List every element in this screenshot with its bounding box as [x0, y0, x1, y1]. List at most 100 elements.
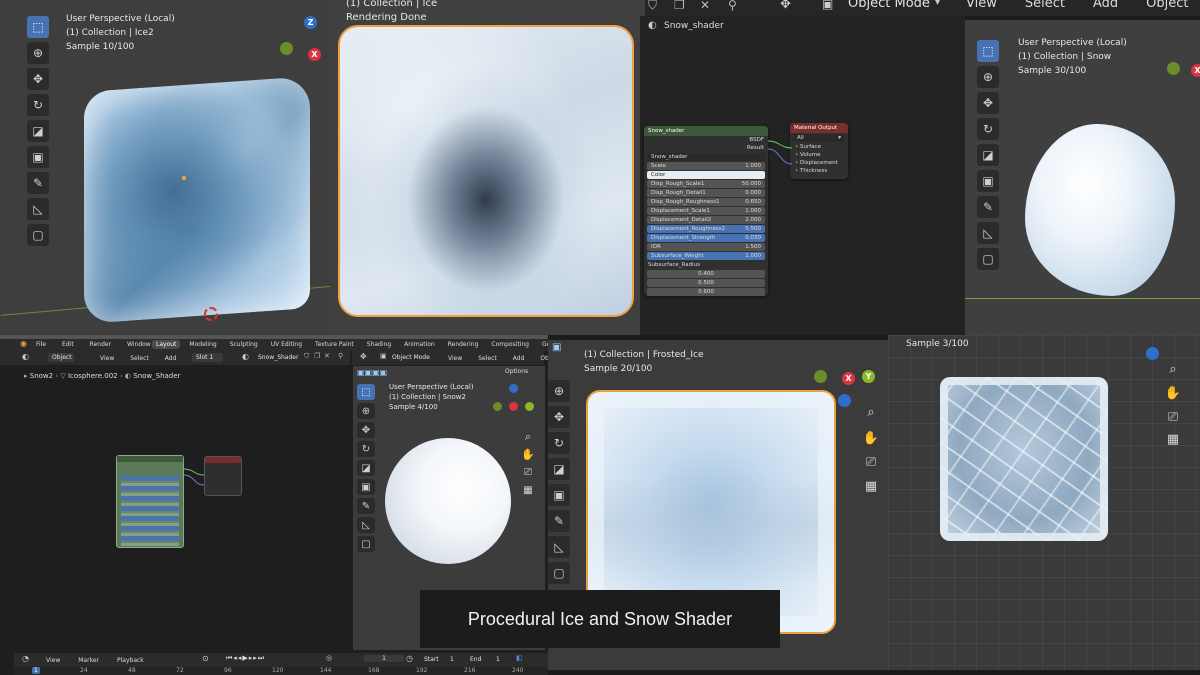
add-cube-icon[interactable]: ▢: [357, 536, 375, 552]
z-axis-dot[interactable]: [1146, 347, 1159, 360]
rotate-icon[interactable]: ↻: [27, 94, 49, 116]
keying-icon[interactable]: ◎: [326, 654, 332, 662]
measure-icon[interactable]: ◺: [357, 517, 375, 533]
node-input-row[interactable]: Disp_Rough_Roughness1 0.650: [647, 198, 765, 206]
node-input-row[interactable]: Displacement_Scale1 1.000: [647, 207, 765, 215]
rotate-icon[interactable]: ↻: [357, 441, 375, 457]
current-frame-field[interactable]: 1: [364, 655, 404, 662]
menu-item[interactable]: Texture Paint: [311, 340, 358, 349]
measure-icon[interactable]: ◺: [548, 536, 570, 558]
x-axis-dot[interactable]: X: [1191, 64, 1200, 77]
transform-icon[interactable]: ▣: [357, 479, 375, 495]
menu-item[interactable]: Marker: [74, 656, 103, 665]
shield-icon[interactable]: ⛉: [648, 0, 657, 13]
z-axis-dot[interactable]: [509, 384, 518, 393]
output-socket[interactable]: • Volume: [790, 151, 848, 159]
select-mode-icons[interactable]: ▣▣▣▣: [357, 368, 387, 377]
hand-icon[interactable]: ✋: [862, 430, 880, 448]
menu-item[interactable]: Geome: [538, 340, 548, 349]
viewport-cracked-ice[interactable]: Sample 3/100 ⌕ ✋ ⎚ ▦: [888, 335, 1200, 670]
move-icon[interactable]: ✥: [548, 406, 570, 428]
node-input-row[interactable]: IOR 1.500: [647, 243, 765, 251]
scale-icon[interactable]: ◪: [548, 458, 570, 480]
subsurface-radius-field[interactable]: 0.500: [647, 279, 765, 287]
object-mode-dropdown[interactable]: Object Mode: [392, 354, 430, 361]
menu-view[interactable]: View: [966, 0, 997, 11]
select-box-icon[interactable]: ⬚: [27, 16, 49, 38]
viewport-render-ice[interactable]: (1) Collection | Ice Rendering Done: [330, 0, 645, 335]
viewport-snow[interactable]: ⬚ ⊕ ✥ ↻ ◪ ▣ ✎ ◺ ▢ User Perspective (Loca…: [965, 20, 1200, 335]
copy-icon[interactable]: ❐: [314, 352, 320, 360]
menu-item[interactable]: Playback: [113, 656, 148, 665]
menu-item[interactable]: View: [444, 354, 466, 363]
node-input-row[interactable]: Scale 1.000: [647, 162, 765, 170]
copy-icon[interactable]: ❐: [674, 0, 685, 12]
pin-icon[interactable]: ⚲: [338, 352, 343, 360]
menu-item[interactable]: Render: [86, 340, 115, 349]
stopwatch-icon[interactable]: ◷: [406, 654, 413, 663]
add-cube-icon[interactable]: ▢: [27, 224, 49, 246]
shield-icon[interactable]: ⛉: [304, 352, 309, 361]
close-icon[interactable]: ✕: [324, 352, 330, 360]
cursor-icon[interactable]: ⊕: [27, 42, 49, 64]
start-field[interactable]: 1: [450, 656, 454, 663]
annotate-icon[interactable]: ✎: [357, 498, 375, 514]
hand-icon[interactable]: ✋: [1164, 385, 1182, 403]
menu-item[interactable]: Layout: [152, 340, 181, 349]
timeline-ruler[interactable]: 1 24 48 72 96 120 144 168 192 216 240: [14, 667, 548, 675]
options-dropdown[interactable]: Options: [505, 368, 528, 375]
subsurface-radius-field[interactable]: 0.600: [647, 288, 765, 296]
node-input-row[interactable]: Displacement_Detail2 2.000: [647, 216, 765, 224]
node-input-row[interactable]: Color: [647, 171, 765, 179]
menu-item[interactable]: View: [96, 354, 118, 363]
select-box-icon[interactable]: ⬚: [977, 40, 999, 62]
menu-item[interactable]: Add: [509, 354, 529, 363]
move-icon[interactable]: ✥: [357, 422, 375, 438]
camera-icon[interactable]: ⎚: [519, 464, 537, 482]
clock-icon[interactable]: ◔: [22, 654, 29, 663]
menu-select[interactable]: Select: [1025, 0, 1065, 11]
output-socket[interactable]: • Thickness: [790, 167, 848, 175]
close-icon[interactable]: ✕: [700, 0, 710, 12]
y-axis-positive-dot[interactable]: [525, 402, 534, 411]
editor-type-icon[interactable]: ◐: [22, 352, 29, 361]
hand-icon[interactable]: ✋: [519, 446, 537, 464]
cursor-icon[interactable]: ⊕: [977, 66, 999, 88]
menu-item[interactable]: Compositing: [487, 340, 533, 349]
zoom-icon[interactable]: ⌕: [862, 404, 880, 422]
annotate-icon[interactable]: ✎: [977, 196, 999, 218]
zoom-icon[interactable]: ⌕: [519, 428, 537, 446]
rotate-icon[interactable]: ↻: [977, 118, 999, 140]
node-editor-canvas[interactable]: ▸ Snow2 › ▽ Icosphere.002 › ◐ Snow_Shade…: [14, 365, 350, 653]
menu-item[interactable]: Select: [126, 354, 153, 363]
zoom-icon[interactable]: ⌕: [1164, 361, 1182, 379]
render-icon[interactable]: ◧: [516, 654, 523, 662]
menu-item[interactable]: Shading: [363, 340, 395, 349]
annotate-icon[interactable]: ✎: [548, 510, 570, 532]
record-icon[interactable]: ⊙: [202, 654, 209, 663]
output-target[interactable]: All ▾: [793, 134, 845, 142]
menu-item[interactable]: Window: [123, 340, 155, 349]
menu-item[interactable]: Sculpting: [226, 340, 262, 349]
camera-icon[interactable]: ⎚: [862, 454, 880, 472]
subsurface-radius-field[interactable]: 0.400: [647, 270, 765, 278]
playback-controls[interactable]: ⏮◂◂▶▸▸⏭: [226, 654, 265, 663]
scale-icon[interactable]: ◪: [27, 120, 49, 142]
select-mode-icons[interactable]: ▣: [552, 342, 561, 353]
shader-editor-top[interactable]: ◐ Snow_shader Snow_shader BSDF Result Sn…: [640, 16, 965, 335]
measure-icon[interactable]: ◺: [977, 222, 999, 244]
object-mode-dropdown[interactable]: Object Mode: [848, 0, 930, 11]
grid-icon[interactable]: ▦: [862, 478, 880, 496]
menu-item[interactable]: Edit: [58, 340, 78, 349]
menu-item[interactable]: File: [32, 340, 50, 349]
move-icon[interactable]: ✥: [977, 92, 999, 114]
select-box-icon[interactable]: ⬚: [357, 384, 375, 400]
x-axis-dot[interactable]: X: [308, 48, 321, 61]
y-axis-positive-dot[interactable]: Y: [862, 370, 875, 383]
node-input-row[interactable]: Disp_Rough_Detail1 0.000: [647, 189, 765, 197]
group-node[interactable]: Snow_shader BSDF Result Snow_shader Scal…: [644, 126, 768, 296]
grid-icon[interactable]: ▦: [519, 482, 537, 500]
grid-icon[interactable]: ▦: [1164, 431, 1182, 449]
rotate-icon[interactable]: ↻: [548, 432, 570, 454]
z-axis-dot[interactable]: Z: [304, 16, 317, 29]
